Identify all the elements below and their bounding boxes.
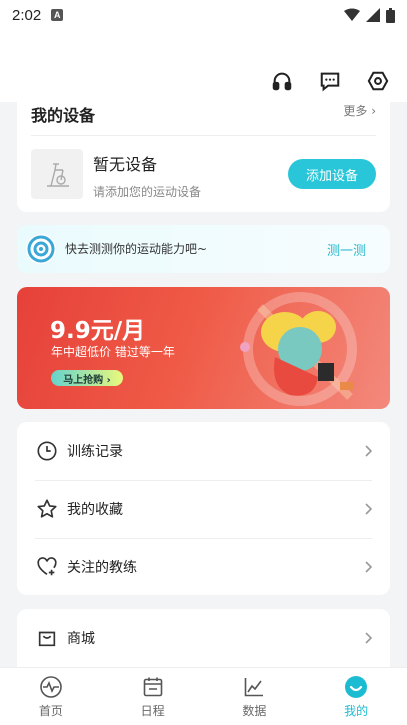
- tab-label: 首页: [38, 704, 63, 718]
- devices-more-link[interactable]: 更多 ›: [343, 102, 376, 119]
- fitness-test-text: 快去测测你的运动能力吧~: [65, 242, 208, 256]
- exercise-bike-icon: [31, 149, 83, 199]
- chevron-right-icon: ›: [371, 104, 376, 118]
- calendar-icon: [140, 674, 166, 700]
- shop-card: 商城: [17, 609, 390, 667]
- tab-home[interactable]: 首页: [0, 668, 102, 725]
- status-badge: A: [51, 9, 64, 21]
- heart-plus-icon: [35, 555, 59, 579]
- battery-icon: [386, 7, 395, 23]
- settings-icon[interactable]: [365, 68, 391, 94]
- headphones-icon[interactable]: [269, 68, 295, 94]
- menu-label: 训练记录: [67, 444, 123, 460]
- tab-mine[interactable]: 我的: [305, 668, 407, 725]
- menu-label: 商城: [67, 631, 95, 647]
- signal-icon: [366, 8, 380, 22]
- bag-icon: [35, 626, 59, 650]
- devices-title: 我的设备: [31, 106, 96, 125]
- divider: [31, 135, 376, 136]
- fitness-test-icon: [26, 234, 56, 264]
- fitness-test-card[interactable]: 快去测测你的运动能力吧~ 测一测: [17, 225, 390, 273]
- banner-price: 9.9元/月: [50, 318, 146, 344]
- tab-label: 日程: [140, 704, 165, 718]
- promo-banner[interactable]: 9.9元/月 年中超低价 错过等一年 马上抢购 ›: [17, 287, 390, 409]
- menu-item-training-records[interactable]: 训练记录: [17, 422, 390, 480]
- smile-icon: [343, 674, 369, 700]
- fitness-test-button[interactable]: 测一测: [327, 240, 366, 259]
- menu-item-shop[interactable]: 商城: [17, 609, 390, 667]
- chevron-right-icon: [365, 503, 373, 515]
- tab-data[interactable]: 数据: [204, 668, 306, 725]
- more-label: 更多: [343, 104, 368, 118]
- tab-label: 数据: [242, 704, 267, 718]
- menu-item-followed-coaches[interactable]: 关注的教练: [17, 538, 390, 596]
- wifi-icon: [344, 8, 360, 21]
- message-icon[interactable]: [317, 68, 343, 94]
- status-bar: 2:02 A: [0, 0, 407, 30]
- no-device-title: 暂无设备: [93, 155, 158, 174]
- add-device-button[interactable]: 添加设备: [288, 159, 376, 189]
- profile-header: [0, 30, 407, 102]
- no-device-hint: 请添加您的运动设备: [93, 185, 202, 199]
- chart-icon: [241, 674, 267, 700]
- menu-label: 关注的教练: [67, 560, 137, 576]
- chevron-right-icon: [365, 632, 373, 644]
- header-actions: [269, 68, 391, 94]
- banner-illustration: [240, 292, 357, 406]
- tab-label: 我的: [344, 704, 369, 718]
- menu-card: 训练记录 我的收藏 关注的教练: [17, 422, 390, 595]
- chevron-right-icon: [365, 445, 373, 457]
- banner-buy-button[interactable]: 马上抢购 ›: [51, 370, 123, 386]
- status-time: 2:02: [12, 6, 42, 24]
- star-icon: [35, 497, 59, 521]
- chevron-right-icon: [365, 561, 373, 573]
- pulse-icon: [38, 674, 64, 700]
- menu-label: 我的收藏: [67, 502, 123, 518]
- clock-icon: [35, 439, 59, 463]
- banner-subtitle: 年中超低价 错过等一年: [51, 345, 175, 359]
- menu-item-favorites[interactable]: 我的收藏: [17, 480, 390, 538]
- tab-schedule[interactable]: 日程: [102, 668, 204, 725]
- status-icons: [344, 7, 395, 23]
- bottom-tab-bar: 首页 日程 数据 我的: [0, 667, 407, 725]
- devices-card: 我的设备 更多 › 暂无设备 请添加您的运动设备 添加设备: [17, 102, 390, 212]
